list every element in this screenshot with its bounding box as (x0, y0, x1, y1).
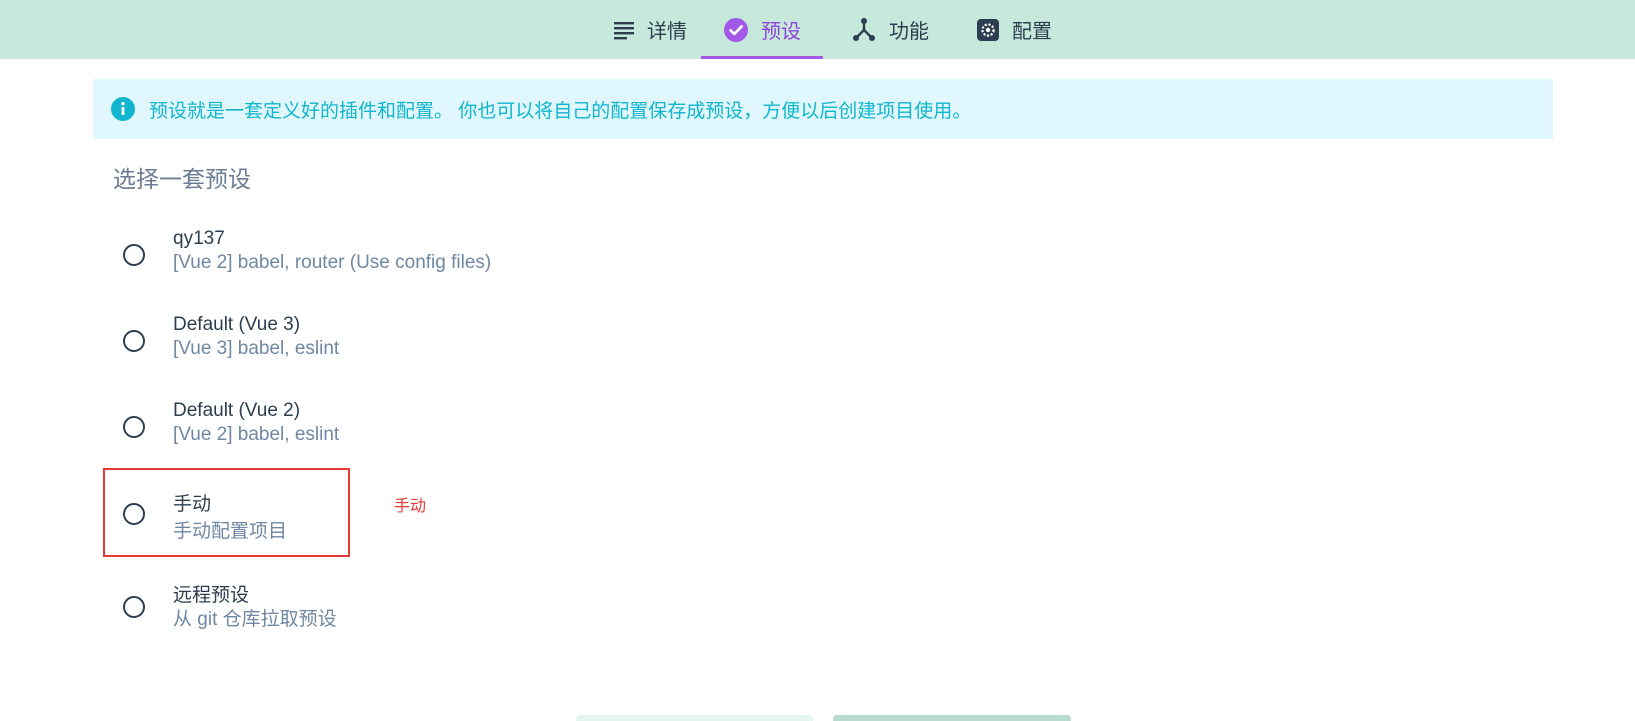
preset-description: [Vue 2] babel, eslint (173, 424, 340, 445)
preset-name: qy137 (173, 228, 225, 249)
fork-icon (851, 17, 877, 43)
check-circle-icon (723, 17, 749, 43)
annotation-label: 手动 (394, 498, 427, 515)
cancel-button[interactable] (576, 715, 813, 721)
section-title: 选择一套预设 (113, 166, 251, 192)
top-tab-bar: 详情 预设 功能 配置 (0, 0, 1635, 59)
preset-name: 远程预设 (173, 585, 250, 606)
tab-label: 配置 (1012, 21, 1052, 43)
highlight-box (103, 468, 350, 557)
tab-label: 详情 (647, 21, 687, 43)
preset-item-default-vue2[interactable]: Default (Vue 2) [Vue 2] babel, eslint (113, 398, 733, 470)
info-banner: 预设就是一套定义好的插件和配置。 你也可以将自己的配置保存成预设，方便以后创建项… (93, 79, 1553, 139)
radio-button[interactable] (123, 330, 145, 352)
info-icon (111, 97, 135, 121)
tab-presets[interactable]: 预设 (701, 0, 823, 59)
radio-button[interactable] (123, 244, 145, 266)
list-icon (613, 19, 635, 41)
gear-icon (976, 18, 1000, 42)
preset-description: [Vue 3] babel, eslint (173, 338, 340, 359)
preset-name: Default (Vue 3) (173, 314, 301, 335)
tab-config[interactable]: 配置 (964, 0, 1064, 59)
radio-button[interactable] (123, 596, 145, 618)
preset-description: [Vue 2] babel, router (Use config files) (173, 252, 492, 273)
preset-description: 从 git 仓库拉取预设 (173, 609, 337, 630)
radio-button[interactable] (123, 416, 145, 438)
tab-features[interactable]: 功能 (840, 0, 940, 59)
info-text: 预设就是一套定义好的插件和配置。 你也可以将自己的配置保存成预设，方便以后创建项… (149, 100, 972, 122)
preset-item-qy137[interactable]: qy137 [Vue 2] babel, router (Use config … (113, 226, 733, 298)
tab-label: 功能 (889, 21, 929, 43)
tab-details[interactable]: 详情 (600, 0, 700, 59)
preset-name: Default (Vue 2) (173, 400, 301, 421)
tab-label: 预设 (761, 21, 801, 43)
preset-item-default-vue3[interactable]: Default (Vue 3) [Vue 3] babel, eslint (113, 312, 733, 384)
preset-item-remote[interactable]: 远程预设 从 git 仓库拉取预设 (113, 578, 733, 650)
next-button[interactable] (833, 715, 1071, 721)
